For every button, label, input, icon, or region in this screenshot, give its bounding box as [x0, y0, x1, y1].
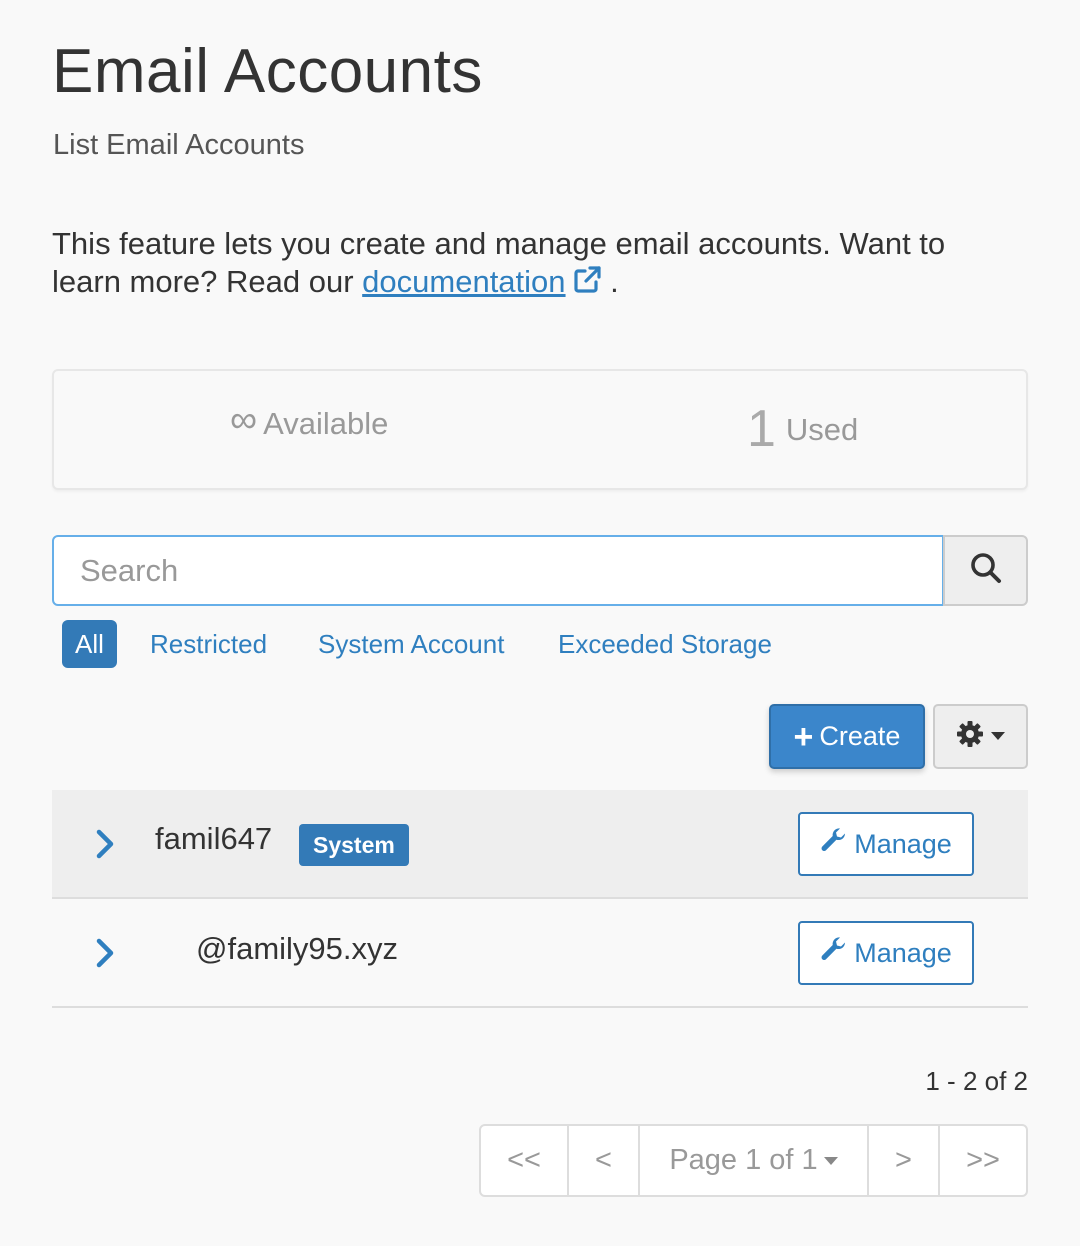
page-select-label: Page 1 of 1 [669, 1144, 818, 1176]
manage-button[interactable]: Manage [798, 921, 974, 985]
caret-down-icon [990, 728, 1006, 746]
intro-text-after: . [601, 264, 619, 299]
account-row[interactable]: famil647 System Manage [52, 790, 1028, 899]
chevron-right-icon[interactable] [94, 828, 116, 865]
wrench-icon [820, 936, 848, 971]
filter-restricted[interactable]: Restricted [150, 620, 267, 668]
previous-page-button[interactable]: < [569, 1126, 640, 1195]
filter-exceeded-storage[interactable]: Exceeded Storage [558, 620, 772, 668]
filter-system-account[interactable]: System Account [318, 620, 504, 668]
filter-all[interactable]: All [62, 620, 117, 668]
gear-icon [956, 720, 984, 753]
account-stats-panel: ∞ Available 1 Used [52, 369, 1028, 490]
available-stat: ∞ Available [230, 399, 388, 442]
first-page-button[interactable]: << [481, 1126, 569, 1195]
account-name: famil647 [155, 821, 273, 856]
available-label: Available [263, 406, 389, 441]
manage-label: Manage [854, 828, 952, 859]
results-count: 1 - 2 of 2 [925, 1066, 1028, 1096]
system-badge: System [299, 824, 409, 866]
create-button-label: Create [819, 721, 901, 751]
plus-icon: + [793, 717, 814, 756]
intro-text: This feature lets you create and manage … [52, 225, 1012, 304]
infinity-icon: ∞ [230, 399, 258, 441]
pagination: << < Page 1 of 1 > >> [479, 1124, 1028, 1197]
account-name: @family95.xyz [196, 931, 399, 966]
last-page-button[interactable]: >> [940, 1126, 1026, 1195]
search-icon [970, 552, 1002, 589]
page-subtitle: List Email Accounts [53, 129, 305, 161]
used-stat: 1 Used [747, 399, 858, 459]
used-label: Used [785, 412, 859, 447]
caret-down-icon [823, 1156, 838, 1165]
email-accounts-page: Email Accounts List Email Accounts This … [0, 0, 1080, 1246]
page-title: Email Accounts [52, 37, 483, 106]
used-count: 1 [747, 400, 776, 458]
chevron-right-icon[interactable] [94, 937, 116, 974]
settings-dropdown-button[interactable] [933, 704, 1028, 769]
search-input[interactable] [52, 535, 944, 606]
search-button[interactable] [943, 535, 1028, 606]
manage-button[interactable]: Manage [798, 812, 974, 876]
documentation-link[interactable]: documentation [362, 264, 565, 299]
create-account-button[interactable]: + Create [769, 704, 925, 769]
manage-label: Manage [854, 937, 952, 968]
wrench-icon [820, 827, 848, 862]
next-page-button[interactable]: > [869, 1126, 940, 1195]
external-link-icon[interactable] [572, 265, 602, 304]
account-row[interactable]: @family95.xyz Manage [52, 899, 1028, 1008]
page-select[interactable]: Page 1 of 1 [640, 1126, 869, 1195]
